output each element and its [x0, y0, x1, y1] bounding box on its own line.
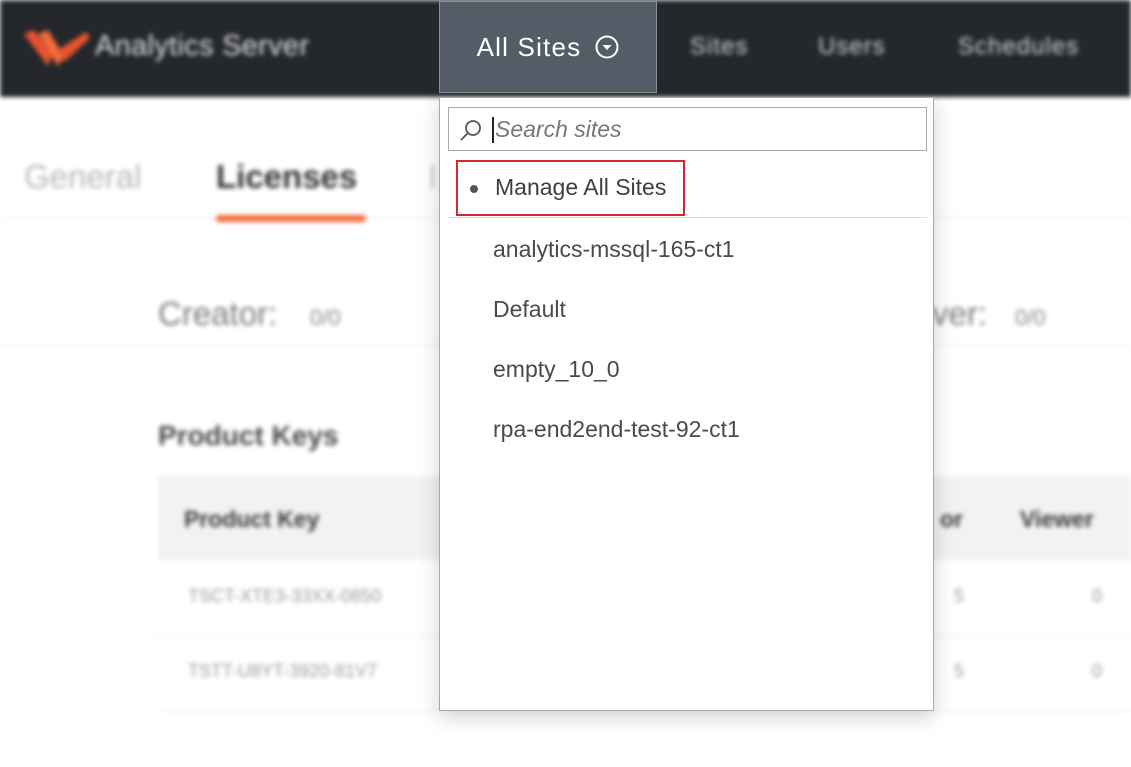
search-icon	[460, 120, 481, 141]
column-viewer: Viewer	[1020, 506, 1094, 532]
tab-general[interactable]: General	[24, 158, 141, 196]
column-creator: or	[940, 506, 963, 532]
manage-all-sites-option[interactable]: Manage All Sites	[495, 174, 666, 201]
brand-logo-icon	[24, 30, 90, 66]
creator-license-value: 0/0	[310, 305, 341, 330]
creator-count-cell: 5	[954, 586, 965, 606]
product-key-cell: TSCT-XTE3-33XX-0850	[188, 586, 382, 606]
product-keys-title: Product Keys	[158, 420, 339, 451]
text-cursor	[492, 117, 494, 143]
nav-sites[interactable]: Sites	[690, 33, 748, 61]
site-option[interactable]: empty_10_0	[493, 356, 620, 383]
site-option[interactable]: Default	[493, 296, 566, 323]
column-product-key: Product Key	[184, 506, 320, 532]
site-option[interactable]: rpa-end2end-test-92-ct1	[493, 416, 740, 443]
site-selector-label: All Sites	[476, 31, 582, 62]
viewer-license-value: 0/0	[1015, 305, 1046, 330]
nav-schedules[interactable]: Schedules	[958, 33, 1079, 61]
menu-divider	[448, 217, 927, 218]
active-tab-indicator	[216, 215, 366, 222]
creator-count-cell: 5	[954, 661, 965, 681]
viewer-count-cell: 0	[1092, 586, 1103, 606]
selected-bullet-icon	[470, 185, 478, 193]
nav-users[interactable]: Users	[818, 33, 886, 61]
chevron-down-circle-icon	[595, 35, 619, 59]
search-box[interactable]	[448, 107, 927, 151]
tab-partial[interactable]: I	[428, 158, 437, 196]
brand-name: Analytics Server	[95, 30, 310, 62]
creator-license-label: Creator:	[158, 295, 278, 332]
site-dropdown-menu: Manage All Sites analytics-mssql-165-ct1…	[439, 97, 934, 711]
site-option[interactable]: analytics-mssql-165-ct1	[493, 236, 735, 263]
tab-licenses[interactable]: Licenses	[216, 158, 357, 196]
site-selector-button[interactable]: All Sites	[439, 1, 657, 93]
search-input[interactable]	[495, 111, 915, 147]
product-key-cell: TSTT-U8YT-3920-81V7	[188, 661, 378, 681]
viewer-count-cell: 0	[1092, 661, 1103, 681]
viewer-license-label: ver:	[932, 295, 988, 332]
